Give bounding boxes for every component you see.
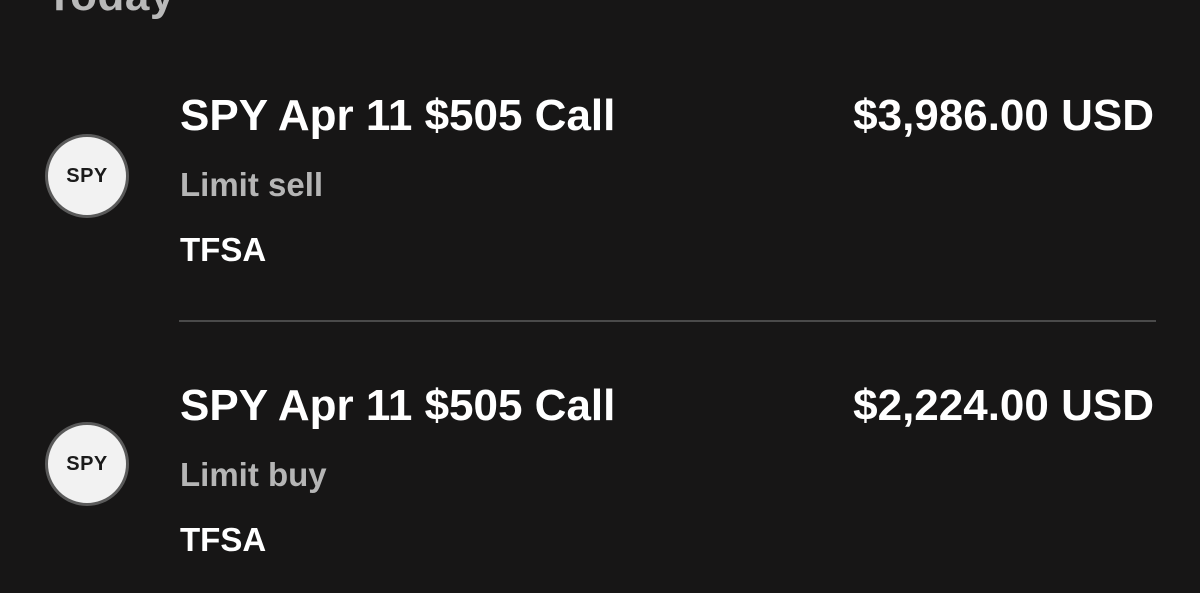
contract-name: SPY Apr 11 $505 Call bbox=[180, 91, 616, 140]
section-title-today: Today bbox=[46, 0, 175, 24]
row-divider bbox=[179, 320, 1156, 322]
order-type: Limit buy bbox=[180, 456, 327, 493]
symbol-avatar-label: SPY bbox=[66, 164, 108, 187]
contract-name: SPY Apr 11 $505 Call bbox=[180, 381, 616, 430]
account-name: TFSA bbox=[180, 231, 267, 268]
activity-row[interactable]: SPY SPY Apr 11 $505 Call $2,224.00 USD L… bbox=[0, 370, 1200, 593]
order-amount: $3,986.00 USD bbox=[853, 91, 1154, 140]
symbol-avatar-label: SPY bbox=[66, 452, 108, 475]
activity-row[interactable]: SPY SPY Apr 11 $505 Call $3,986.00 USD L… bbox=[0, 80, 1200, 320]
account-name: TFSA bbox=[180, 521, 267, 558]
activity-screen: Today SPY SPY Apr 11 $505 Call $3,986.00… bbox=[0, 0, 1200, 593]
symbol-avatar: SPY bbox=[45, 134, 129, 218]
order-amount: $2,224.00 USD bbox=[853, 381, 1154, 430]
symbol-avatar: SPY bbox=[45, 422, 129, 506]
order-type: Limit sell bbox=[180, 166, 324, 203]
